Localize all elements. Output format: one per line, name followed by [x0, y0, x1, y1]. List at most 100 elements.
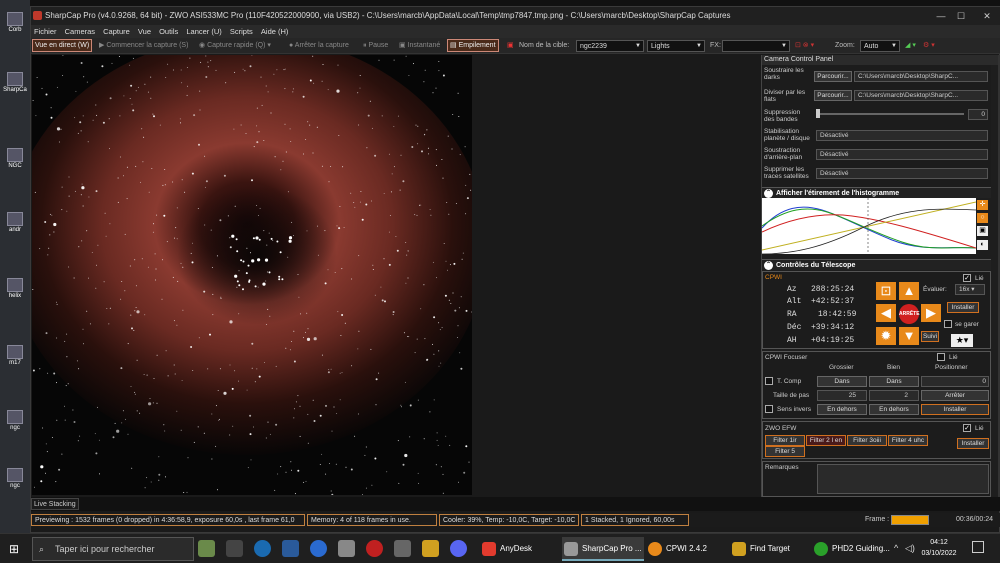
histogram-icon[interactable]: ◢ ▾ — [903, 40, 918, 52]
background-select[interactable]: Désactivé — [816, 149, 988, 160]
desktop-icon[interactable]: helix — [2, 278, 28, 300]
fx-select[interactable]: ▼ — [722, 40, 790, 52]
start-capture-button[interactable]: ▶ Commencer la capture (S) — [97, 40, 190, 52]
collapse-icon[interactable]: ⌃ — [764, 261, 773, 270]
telescope-header[interactable]: ⌃ Contrôles du Télescope — [762, 259, 991, 270]
flats-browse-button[interactable]: Parcourir... — [814, 90, 852, 101]
live-stacking-tab[interactable]: Live Stacking — [31, 498, 79, 510]
taskbar-anydesk[interactable]: AnyDesk — [480, 537, 558, 561]
filter-1-button[interactable]: Filter 1ir — [765, 435, 805, 446]
filter-3-button[interactable]: Filter 3oiii — [847, 435, 887, 446]
tracking-button[interactable]: Suivi — [921, 331, 939, 342]
desktop-icon[interactable]: NGC — [2, 148, 28, 170]
stacking-button[interactable]: ▤ Empilement — [447, 39, 499, 52]
app-icon[interactable] — [338, 540, 355, 557]
spiral-search-icon[interactable]: ⊡ — [876, 282, 896, 300]
taskbar-clock[interactable]: 04:12 03/10/2022 — [915, 537, 963, 559]
quick-capture-button[interactable]: ◉ Capture rapide (Q) ▾ — [197, 40, 273, 52]
slew-rate-select[interactable]: 16x ▾ — [955, 284, 985, 295]
efw-install-button[interactable]: Installer — [957, 438, 989, 449]
taskbar-phd2[interactable]: PHD2 Guiding... — [812, 537, 890, 561]
zoom-select[interactable]: Auto ▼ — [860, 40, 900, 52]
desktop-icon[interactable]: Corb — [2, 12, 28, 34]
taskbar-sharpcap[interactable]: SharpCap Pro ... — [562, 537, 644, 561]
menu-lancer[interactable]: Lancer (U) — [186, 27, 221, 36]
fine-step-input[interactable]: 2 — [869, 390, 919, 401]
banding-value[interactable]: 0 — [968, 109, 988, 120]
menu-cameras[interactable]: Cameras — [65, 27, 95, 36]
menu-outils[interactable]: Outils — [159, 27, 178, 36]
filter-4-button[interactable]: Filter 4 uhc — [888, 435, 928, 446]
darks-browse-button[interactable]: Parcourir... — [814, 71, 852, 82]
tray-chevron-icon[interactable]: ^ — [894, 543, 898, 553]
menu-vue[interactable]: Vue — [138, 27, 151, 36]
install-telescope-button[interactable]: Installer — [947, 302, 979, 313]
filter-2-button[interactable]: Filter 2 l en — [806, 435, 846, 446]
fine-in-button[interactable]: Dans — [869, 376, 919, 387]
file-explorer-icon[interactable] — [422, 540, 439, 557]
edge-browser-icon[interactable] — [254, 540, 271, 557]
focuser-install-button[interactable]: Installer — [921, 404, 989, 415]
coarse-in-button[interactable]: Dans — [817, 376, 867, 387]
desktop-icon[interactable]: ngc — [2, 468, 28, 490]
park-checkbox[interactable] — [944, 320, 952, 328]
east-arrow-icon[interactable]: ▶ — [921, 304, 941, 322]
desktop-icon[interactable]: m17 — [2, 345, 28, 367]
reset-icon[interactable]: ○ — [977, 213, 988, 223]
notes-input[interactable] — [817, 464, 989, 494]
nebula-image-viewer[interactable] — [32, 55, 472, 495]
settings-gear-icon[interactable] — [394, 540, 411, 557]
histogram-header[interactable]: ⌃ Afficher l'étirement de l'histogramme — [762, 187, 991, 198]
focuser-stop-button[interactable]: Arrêter — [921, 390, 989, 401]
filter-5-button[interactable]: Filter 5 — [765, 446, 805, 457]
fine-out-button[interactable]: En dehors — [869, 404, 919, 415]
darks-path-select[interactable]: C:\Users\marcb\Desktop\SharpC... — [854, 71, 988, 82]
reticle-icon[interactable]: ⊡ ⊗ ▾ — [793, 40, 816, 52]
stop-capture-button[interactable]: ● Arrêter la capture — [287, 40, 351, 52]
north-arrow-icon[interactable]: ▲ — [899, 282, 919, 300]
focuser-linked-checkbox[interactable] — [937, 353, 945, 361]
south-arrow-icon[interactable]: ▼ — [899, 327, 919, 345]
menu-fichier[interactable]: Fichier — [34, 27, 57, 36]
coarse-step-input[interactable]: 25 — [817, 390, 867, 401]
taskbar-cpwi[interactable]: CPWI 2.4.2 — [646, 537, 726, 561]
live-view-button[interactable]: Vue en direct (W) — [32, 39, 93, 52]
stabilization-select[interactable]: Désactivé — [816, 130, 988, 141]
star-icon[interactable]: ★▾ — [951, 334, 973, 347]
menu-scripts[interactable]: Scripts — [230, 27, 253, 36]
banding-slider[interactable] — [816, 113, 964, 115]
taskbar-search-input[interactable]: ⌕ Taper ici pour rechercher — [32, 537, 194, 561]
coarse-out-button[interactable]: En dehors — [817, 404, 867, 415]
menu-capture[interactable]: Capture — [103, 27, 130, 36]
desktop-icon[interactable]: andr — [2, 212, 28, 234]
store-icon[interactable] — [282, 540, 299, 557]
frame-type-select[interactable]: Lights ▼ — [647, 40, 705, 52]
desktop-icon[interactable]: SharpCa — [2, 72, 28, 94]
snapshot-button[interactable]: ▣ Instantané — [397, 40, 442, 52]
app-icon[interactable] — [366, 540, 383, 557]
histogram-chart[interactable] — [762, 198, 977, 255]
taskbar-find-target[interactable]: Find Target — [730, 537, 808, 561]
discord-icon[interactable] — [450, 540, 467, 557]
news-widget-icon[interactable] — [198, 540, 215, 557]
west-arrow-icon[interactable]: ◀ — [876, 304, 896, 322]
windows-start-icon[interactable]: ⊞ — [9, 543, 21, 555]
desktop-icon[interactable]: ngc — [2, 410, 28, 432]
contrast-icon[interactable]: ◐ — [977, 240, 988, 250]
volume-icon[interactable]: ◁) — [905, 543, 915, 554]
menu-aide[interactable]: Aide (H) — [261, 27, 289, 36]
center-icon[interactable]: ✹ — [876, 327, 896, 345]
notifications-icon[interactable] — [972, 541, 984, 553]
save-icon[interactable]: ▣ — [977, 226, 988, 236]
cortana-icon[interactable] — [310, 540, 327, 557]
efw-linked-checkbox[interactable]: ✓ — [963, 424, 971, 432]
maximize-button[interactable]: ☐ — [947, 7, 975, 25]
target-name-input[interactable]: ngc2239 ▼ — [576, 40, 644, 52]
target-icon[interactable]: ✛ — [977, 200, 988, 210]
satellite-select[interactable]: Désactivé — [816, 168, 988, 179]
reverse-checkbox[interactable] — [765, 405, 773, 413]
task-view-icon[interactable] — [226, 540, 243, 557]
telescope-linked-checkbox[interactable]: ✓ — [963, 274, 971, 282]
stop-button[interactable]: ARRÊTE — [899, 304, 920, 324]
settings-icon[interactable]: ⚙ ▾ — [921, 40, 937, 52]
